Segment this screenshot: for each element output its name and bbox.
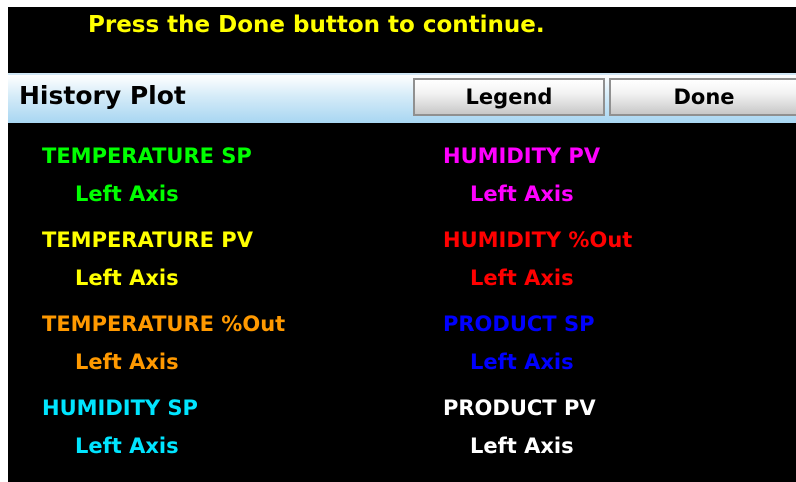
legend-entry: HUMIDITY %Out Left Axis [443, 228, 796, 312]
series-axis: Left Axis [75, 350, 179, 374]
screen: Press the Done button to continue. Histo… [8, 7, 796, 482]
series-name: HUMIDITY PV [443, 144, 601, 168]
series-axis: Left Axis [470, 434, 574, 458]
page-title: History Plot [19, 81, 186, 110]
legend-column-right: HUMIDITY PV Left Axis HUMIDITY %Out Left… [443, 144, 796, 480]
legend-button[interactable]: Legend [413, 78, 605, 116]
instruction-text: Press the Done button to continue. [88, 12, 545, 38]
header-bar: History Plot Legend Done [8, 73, 796, 123]
series-name: TEMPERATURE PV [42, 228, 253, 252]
legend-entry: HUMIDITY SP Left Axis [42, 396, 402, 480]
series-axis: Left Axis [75, 182, 179, 206]
series-name: HUMIDITY %Out [443, 228, 633, 252]
done-button[interactable]: Done [609, 78, 796, 116]
series-axis: Left Axis [470, 350, 574, 374]
legend-entry: TEMPERATURE %Out Left Axis [42, 312, 402, 396]
legend-column-left: TEMPERATURE SP Left Axis TEMPERATURE PV … [42, 144, 402, 480]
series-axis: Left Axis [470, 266, 574, 290]
series-name: TEMPERATURE %Out [42, 312, 286, 336]
series-name: HUMIDITY SP [42, 396, 198, 420]
legend-entry: HUMIDITY PV Left Axis [443, 144, 796, 228]
legend-entry: PRODUCT PV Left Axis [443, 396, 796, 480]
series-name: PRODUCT SP [443, 312, 595, 336]
series-axis: Left Axis [75, 434, 179, 458]
legend-entry: PRODUCT SP Left Axis [443, 312, 796, 396]
series-name: PRODUCT PV [443, 396, 596, 420]
legend-entry: TEMPERATURE SP Left Axis [42, 144, 402, 228]
series-name: TEMPERATURE SP [42, 144, 252, 168]
legend-entry: TEMPERATURE PV Left Axis [42, 228, 402, 312]
series-axis: Left Axis [470, 182, 574, 206]
series-axis: Left Axis [75, 266, 179, 290]
